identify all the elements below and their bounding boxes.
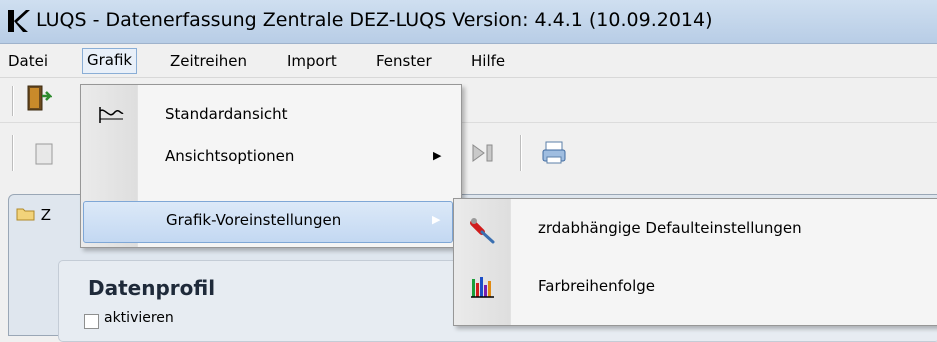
group-title: Datenprofil: [86, 276, 218, 300]
play-end-icon[interactable]: [470, 142, 496, 164]
tools-icon: [470, 218, 495, 244]
toolbar-separator: [12, 135, 14, 171]
menu-item-grafik-voreinstellungen[interactable]: Grafik-Voreinstellungen ▶: [83, 201, 453, 243]
menu-fenster[interactable]: Fenster: [372, 49, 436, 73]
grafik-voreinstellungen-submenu: zrdabhängige Defaulteinstellungen Farbre…: [453, 198, 937, 326]
exit-door-icon[interactable]: [26, 84, 52, 112]
panel-tab[interactable]: Z: [16, 206, 51, 224]
grafik-menu: Standardansicht Ansichtsoptionen ▶ Grafi…: [80, 84, 462, 248]
menu-item-standardansicht[interactable]: Standardansicht: [83, 95, 455, 135]
luqs-logo-icon: [8, 10, 30, 32]
menu-bar: Datei Grafik Zeitreihen Import Fenster H…: [0, 44, 937, 78]
color-bars-icon: [471, 277, 494, 298]
menu-item-label: Standardansicht: [165, 105, 288, 123]
menu-item-label: Farbreihenfolge: [538, 277, 655, 295]
title-bar: LUQS - Datenerfassung Zentrale DEZ-LUQS …: [0, 0, 937, 44]
menu-zeitreihen[interactable]: Zeitreihen: [166, 49, 251, 73]
menu-import[interactable]: Import: [283, 49, 341, 73]
menu-item-label: Grafik-Voreinstellungen: [166, 211, 342, 229]
folder-icon: [16, 208, 35, 221]
menu-item-farbreihenfolge[interactable]: Farbreihenfolge: [456, 267, 936, 307]
activate-checkbox[interactable]: [84, 314, 99, 329]
menu-item-label: zrdabhängige Defaulteinstellungen: [538, 219, 802, 237]
standard-view-icon: [99, 107, 124, 123]
window-title: LUQS - Datenerfassung Zentrale DEZ-LUQS …: [36, 9, 713, 31]
toolbar-separator: [520, 135, 522, 171]
submenu-arrow-icon: ▶: [432, 213, 441, 226]
panel-tab-label: Z: [40, 206, 52, 224]
toolbar-separator: [12, 86, 14, 116]
menu-item-defaulteinstellungen[interactable]: zrdabhängige Defaulteinstellungen: [456, 209, 936, 249]
menu-item-ansichtsoptionen[interactable]: Ansichtsoptionen ▶: [83, 137, 455, 177]
print-icon[interactable]: [540, 139, 568, 167]
menu-grafik[interactable]: Grafik: [82, 48, 138, 74]
menu-datei[interactable]: Datei: [4, 49, 52, 73]
menu-hilfe[interactable]: Hilfe: [467, 49, 509, 73]
submenu-arrow-icon: ▶: [433, 149, 442, 162]
menu-item-label: Ansichtsoptionen: [165, 147, 295, 165]
document-icon[interactable]: [32, 142, 56, 166]
